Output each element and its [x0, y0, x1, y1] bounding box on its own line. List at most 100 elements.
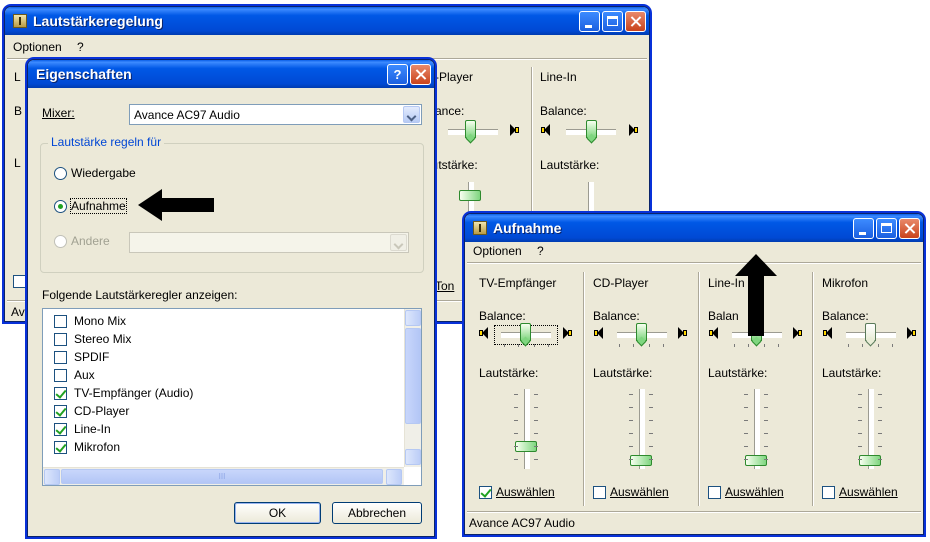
select-label[interactable]: Auswählen — [725, 485, 784, 499]
column-separator — [698, 272, 699, 506]
scroll-up-button[interactable] — [405, 310, 421, 326]
list-item[interactable]: Mikrofon — [74, 440, 120, 454]
list-item[interactable]: TV-Empfänger (Audio) — [74, 386, 193, 400]
volume-thumb[interactable] — [630, 455, 652, 466]
balance-tick — [663, 344, 664, 347]
slider-tick — [878, 433, 882, 434]
balance-thumb[interactable] — [465, 120, 476, 138]
select-checkbox-tv[interactable] — [479, 486, 492, 499]
column-title-line-in: Line-In — [540, 70, 577, 84]
balance-tick — [518, 344, 519, 347]
close-button[interactable] — [625, 11, 646, 32]
recording-titlebar[interactable]: Aufnahme — [465, 214, 923, 242]
list-item[interactable]: CD-Player — [74, 404, 129, 418]
maximize-button[interactable] — [602, 11, 623, 32]
radio-aufnahme[interactable] — [54, 200, 67, 213]
scroll-thumb[interactable] — [405, 328, 421, 424]
slider-tick — [649, 394, 653, 395]
list-item-checkbox[interactable] — [54, 405, 67, 418]
properties-titlebar[interactable]: Eigenschaften ? — [28, 60, 434, 88]
balance-label: Balance: — [479, 309, 526, 323]
balance-thumb[interactable] — [586, 120, 597, 138]
list-item[interactable]: Mono Mix — [74, 314, 126, 328]
select-label-text: Auswählen — [610, 485, 669, 499]
volume-track-tv[interactable] — [524, 389, 530, 469]
list-item-checkbox[interactable] — [54, 333, 67, 346]
select-label[interactable]: Auswählen — [610, 485, 669, 499]
maximize-button[interactable] — [876, 218, 897, 239]
select-checkbox-line[interactable] — [708, 486, 721, 499]
list-item-checkbox[interactable] — [54, 441, 67, 454]
balance-tick — [892, 344, 893, 347]
scroll-right-button[interactable] — [386, 469, 402, 485]
list-item[interactable]: Aux — [74, 368, 95, 382]
slider-tick — [629, 420, 633, 421]
balance-thumb[interactable] — [636, 323, 647, 341]
list-item[interactable]: Line-In — [74, 422, 111, 436]
select-label[interactable]: Auswählen — [839, 485, 898, 499]
select-checkbox-cd[interactable] — [593, 486, 606, 499]
slider-tick — [764, 420, 768, 421]
slider-tick — [858, 433, 862, 434]
balance-label: Balance: — [593, 309, 640, 323]
select-checkbox[interactable] — [13, 275, 26, 288]
list-item[interactable]: Stereo Mix — [74, 332, 131, 346]
minimize-button[interactable] — [579, 11, 600, 32]
slider-tick — [534, 407, 538, 408]
balance-thumb[interactable] — [865, 323, 876, 341]
slider-tick — [534, 446, 538, 447]
volume-thumb[interactable] — [459, 190, 481, 201]
menu-help[interactable]: ? — [77, 40, 84, 54]
close-button[interactable] — [899, 218, 920, 239]
balance-label: Balance: — [822, 309, 869, 323]
help-button[interactable]: ? — [387, 64, 408, 85]
recording-window: Aufnahme Optionen ? TV-Empfänger Balance… — [464, 213, 924, 535]
menu-separator — [467, 262, 921, 263]
vertical-scrollbar[interactable] — [404, 309, 421, 467]
list-item[interactable]: SPDIF — [74, 350, 109, 364]
mixer-select[interactable]: Avance AC97 Audio — [129, 104, 422, 125]
menu-bar: Optionen ? — [13, 40, 84, 54]
balance-tick — [862, 344, 863, 347]
volume-control-titlebar[interactable]: Lautstärkeregelung — [5, 7, 649, 35]
radio-wiedergabe[interactable] — [54, 167, 67, 180]
menu-optionen[interactable]: Optionen — [13, 40, 62, 54]
window-title: Aufnahme — [493, 220, 562, 236]
balance-tick — [548, 344, 549, 347]
slider-tick — [744, 407, 748, 408]
slider-tick — [649, 407, 653, 408]
chevron-down-icon[interactable] — [403, 106, 420, 123]
andere-select — [129, 232, 409, 253]
list-item-checkbox[interactable] — [54, 423, 67, 436]
minimize-button[interactable] — [853, 218, 874, 239]
horizontal-scrollbar[interactable]: III — [43, 467, 404, 485]
radio-aufnahme-label[interactable]: Aufnahme — [70, 198, 127, 214]
status-text: Av — [11, 305, 25, 319]
slider-tick — [534, 420, 538, 421]
scroll-down-button[interactable] — [405, 449, 421, 465]
slider-tick — [878, 420, 882, 421]
app-icon — [13, 14, 27, 28]
close-button[interactable] — [410, 64, 431, 85]
list-item-checkbox[interactable] — [54, 387, 67, 400]
list-item-checkbox[interactable] — [54, 351, 67, 364]
select-checkbox-mic[interactable] — [822, 486, 835, 499]
scroll-left-button[interactable] — [44, 469, 60, 485]
volume-thumb[interactable] — [745, 455, 767, 466]
cancel-button[interactable]: Abbrechen — [332, 502, 422, 524]
controls-list: Mono Mix Stereo Mix SPDIF Aux TV-Empfäng… — [42, 308, 422, 486]
list-item-checkbox[interactable] — [54, 369, 67, 382]
balance-tick — [778, 344, 779, 347]
select-label[interactable]: Auswählen — [496, 485, 555, 499]
scroll-thumb-horizontal[interactable]: III — [61, 469, 383, 484]
balance-thumb[interactable] — [520, 323, 531, 341]
ok-button[interactable]: OK — [234, 502, 321, 524]
list-item-checkbox[interactable] — [54, 315, 67, 328]
volume-label: Lautstärke: — [540, 158, 600, 172]
status-text: Avance AC97 Audio — [469, 516, 575, 530]
radio-wiedergabe-label[interactable]: Wiedergabe — [71, 166, 136, 180]
menu-help[interactable]: ? — [537, 244, 544, 258]
volume-thumb[interactable] — [859, 455, 881, 466]
slider-tick — [858, 459, 862, 460]
menu-optionen[interactable]: Optionen — [473, 244, 522, 258]
